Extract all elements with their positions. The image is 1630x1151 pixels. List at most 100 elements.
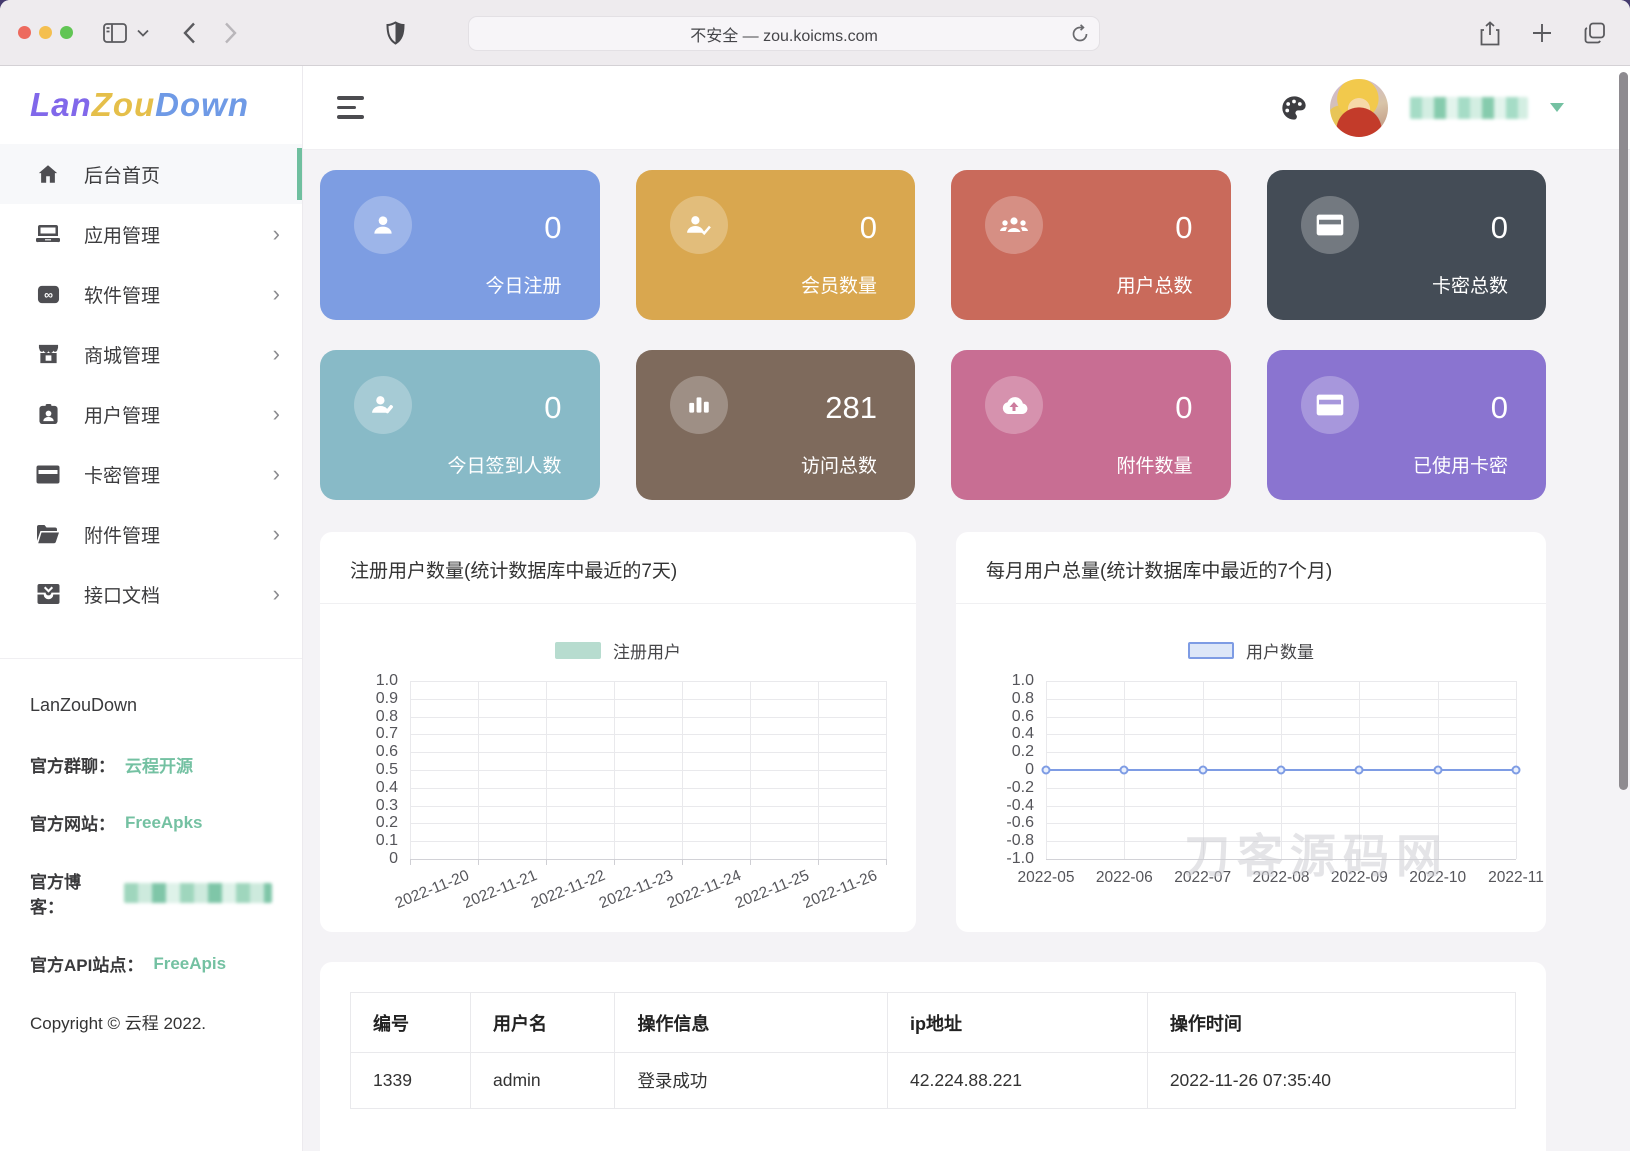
column-header-time: 操作时间 [1146, 992, 1517, 1053]
address-bar-url: 不安全 — zou.koicms.com [690, 27, 878, 45]
infinity-icon: ∞ [36, 282, 60, 306]
chart-legend[interactable]: 注册用户 [350, 638, 886, 663]
footer-brand: LanZouDown [30, 695, 138, 715]
chart-card-registered-users: 注册用户数量(统计数据库中最近的7天) 注册用户 1.0 0.9 0.8 0.7 0.6… [320, 532, 916, 932]
svg-text:∞: ∞ [44, 287, 53, 301]
minimize-window-button[interactable] [39, 26, 52, 39]
sidebar-item-app-management[interactable]: 应用管理 › [0, 204, 302, 264]
bar-chart-plot: 1.0 0.9 0.8 0.7 0.6 0.5 0.4 0.3 0.2 0.1 0 [376, 672, 887, 867]
chevron-right-icon: › [272, 401, 280, 426]
legend-label: 用户数量 [1246, 643, 1314, 662]
storefront-icon: G [36, 342, 60, 366]
dashboard-content: 0 今日注册 0 会员数量 0 用户总数 0 卡密总数 0 今日签到人数 281… [303, 150, 1630, 1151]
stat-value: 0 [1175, 210, 1193, 245]
sidebar-item-attachment-management[interactable]: 附件管理 › [0, 504, 302, 564]
credit-card-icon [1300, 196, 1359, 254]
app-logo[interactable]: LanZouDown [30, 86, 249, 124]
theme-palette-icon[interactable] [1280, 94, 1308, 122]
folder-icon [36, 522, 60, 546]
address-bar[interactable]: 不安全 — zou.koicms.com [468, 16, 1100, 51]
legend-swatch [1188, 642, 1234, 659]
sidebar-item-user-management[interactable]: 用户管理 › [0, 384, 302, 444]
sidebar-item-label: 应用管理 [84, 225, 161, 247]
credit-card-icon [1300, 376, 1359, 434]
sidebar-item-software-management[interactable]: ∞ 软件管理 › [0, 264, 302, 324]
sidebar-item-dashboard[interactable]: 后台首页 [0, 144, 302, 204]
sidebar-item-mall-management[interactable]: G 商城管理 › [0, 324, 302, 384]
new-tab-icon[interactable] [1528, 19, 1556, 47]
stat-card-card-key-total: 0 卡密总数 [1266, 170, 1546, 320]
tab-overview-icon[interactable] [1580, 18, 1610, 48]
stat-value: 281 [825, 390, 877, 425]
footer-link-group-chat[interactable]: 云程开源 [125, 752, 193, 777]
stat-label: 已使用卡密 [1412, 456, 1508, 477]
stat-value: 0 [1490, 210, 1508, 245]
chevron-right-icon: › [272, 581, 280, 606]
sidebar-item-card-key-management[interactable]: 卡密管理 › [0, 444, 302, 504]
sidebar-footer: LanZouDown 官方群聊： 云程开源 官方网站： FreeApks 官方博… [0, 658, 302, 1034]
column-header-ip: ip地址 [887, 992, 1148, 1053]
stat-card-today-register: 0 今日注册 [320, 170, 600, 320]
svg-text:G: G [46, 355, 51, 362]
footer-link-api-site[interactable]: FreeApis [153, 954, 226, 974]
browser-window: 不安全 — zou.koicms.com LanZouDown 后台首页 应用管… [0, 0, 1630, 1151]
stat-label: 会员数量 [800, 276, 877, 297]
browser-toolbar: 不安全 — zou.koicms.com [0, 0, 1630, 66]
stat-label: 附件数量 [1116, 456, 1193, 477]
stat-card-member-count: 0 会员数量 [635, 170, 915, 320]
back-button[interactable] [179, 18, 200, 48]
cell-username: admin [469, 1052, 616, 1109]
sidebar-menu: 后台首页 应用管理 › ∞ 软件管理 › G 商城管理 › 用户管理 › 卡密管… [0, 144, 302, 624]
line-chart-plot: 1.0 0.8 0.6 0.4 0.2 0 -0.2 -0.4 -0.6 -0.8 -1.0 [1006, 672, 1521, 867]
legend-swatch [555, 642, 601, 659]
charts-row: 注册用户数量(统计数据库中最近的7天) 注册用户 1.0 0.9 0.8 0.7 0.6… [320, 532, 1546, 932]
chevron-right-icon: › [272, 521, 280, 546]
shield-icon[interactable] [386, 20, 405, 45]
stat-label: 今日注册 [485, 276, 562, 297]
stat-card-used-card-keys: 0 已使用卡密 [1266, 350, 1546, 500]
forward-button[interactable] [220, 18, 241, 48]
stat-cards-grid: 0 今日注册 0 会员数量 0 用户总数 0 卡密总数 0 今日签到人数 281… [320, 170, 1546, 500]
computer-icon [36, 222, 60, 246]
stat-value: 0 [859, 210, 877, 245]
stat-label: 今日签到人数 [447, 456, 562, 477]
footer-label: 官方博客： [30, 873, 81, 917]
sidebar-item-label: 商城管理 [84, 345, 161, 367]
share-icon[interactable] [1476, 17, 1504, 50]
zoom-window-button[interactable] [60, 26, 73, 39]
stat-value: 0 [544, 390, 562, 425]
stat-label: 卡密总数 [1431, 276, 1508, 297]
stat-label: 访问总数 [800, 456, 877, 477]
chevron-right-icon: › [272, 281, 280, 306]
avatar[interactable] [1330, 78, 1388, 137]
footer-link-blog-redacted[interactable] [123, 883, 272, 903]
user-edit-icon [354, 376, 412, 434]
sidebar-item-label: 软件管理 [84, 285, 161, 307]
cell-action: 登录成功 [614, 1052, 889, 1109]
reload-icon[interactable] [1072, 24, 1089, 43]
tab-group-chevron-icon[interactable] [133, 25, 153, 41]
user-badge-icon [36, 402, 60, 426]
copyright-text: Copyright © 云程 2022. [30, 1014, 206, 1033]
table-header-row: 编号 用户名 操作信息 ip地址 操作时间 [350, 992, 1517, 1053]
table-row: 1339 admin 登录成功 42.224.88.221 2022-11-26… [350, 1052, 1517, 1109]
footer-link-website[interactable]: FreeApks [125, 813, 202, 833]
sidebar-item-label: 附件管理 [84, 525, 161, 547]
username-redacted[interactable] [1410, 96, 1528, 119]
sidebar-item-api-docs[interactable]: 接口文档 › [0, 564, 302, 624]
page-scrollbar-thumb[interactable] [1619, 72, 1628, 790]
sidebar-toggle-icon[interactable] [99, 19, 131, 47]
chart-card-monthly-users: 每月用户总量(统计数据库中最近的7个月) 用户数量 1.0 0.8 0.6 0.4 0.… [956, 532, 1546, 932]
close-window-button[interactable] [18, 26, 31, 39]
chevron-down-icon[interactable] [1550, 103, 1564, 112]
legend-label: 注册用户 [613, 643, 681, 662]
chart-title: 注册用户数量(统计数据库中最近的7天) [320, 532, 916, 604]
footer-label: 官方群聊： [30, 757, 115, 776]
chart-legend[interactable]: 用户数量 [986, 638, 1516, 663]
chevron-right-icon: › [272, 221, 280, 246]
menu-toggle-button[interactable] [331, 90, 370, 125]
user-icon [354, 196, 412, 254]
stat-card-attachment-count: 0 附件数量 [951, 350, 1231, 500]
stat-value: 0 [1490, 390, 1508, 425]
stat-value: 0 [1175, 390, 1193, 425]
